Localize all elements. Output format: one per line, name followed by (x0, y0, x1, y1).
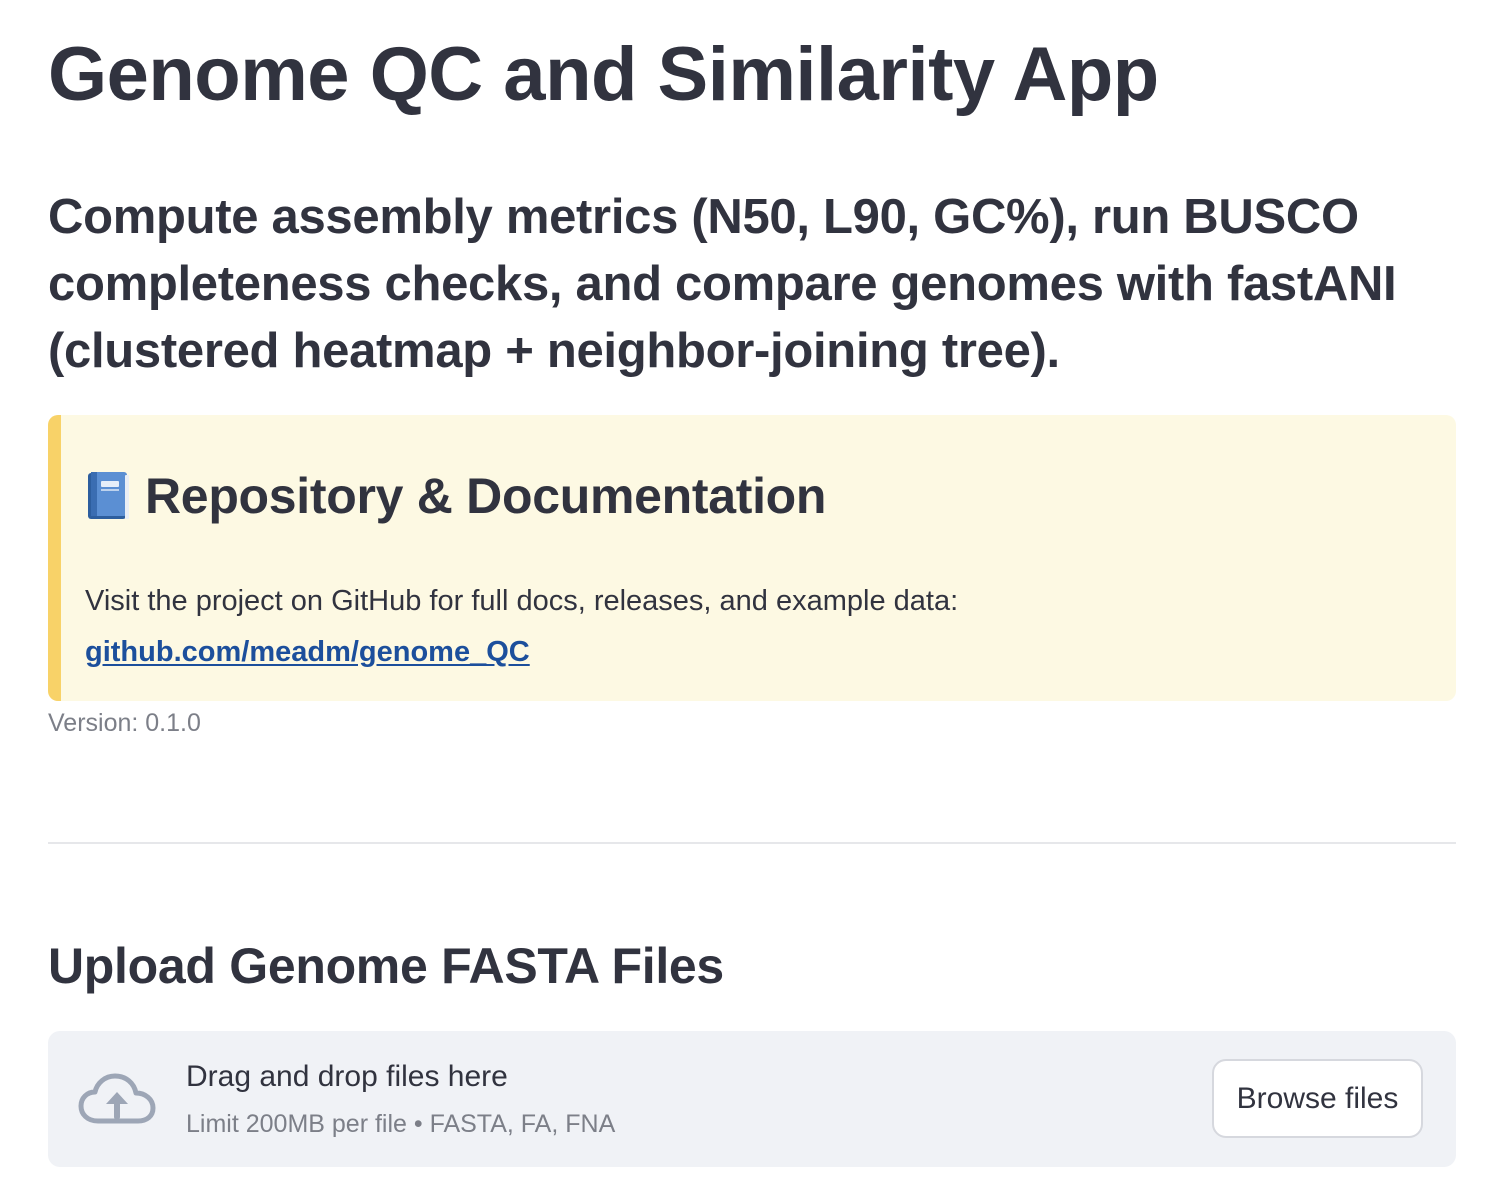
blue-book-icon (85, 469, 131, 523)
page-subtitle: Compute assembly metrics (N50, L90, GC%)… (48, 190, 1397, 378)
browse-files-button[interactable]: Browse files (1212, 1059, 1423, 1138)
dropzone-limit-text: Limit 200MB per file • FASTA, FA, FNA (186, 1110, 616, 1138)
callout-title: Repository & Documentation (145, 468, 827, 524)
cloud-upload-icon (78, 1071, 156, 1129)
upload-section-title: Upload Genome FASTA Files (48, 938, 724, 994)
page-title: Genome QC and Similarity App (48, 32, 1159, 117)
github-repo-link[interactable]: github.com/meadm/genome_QC (85, 636, 530, 668)
dropzone-label: Drag and drop files here (186, 1060, 508, 1093)
callout-description: Visit the project on GitHub for full doc… (85, 585, 959, 617)
section-divider (48, 842, 1456, 844)
callout-heading: Repository & Documentation (85, 464, 826, 528)
callout-accent-bar (48, 415, 61, 701)
callout-text: Visit the project on GitHub for full doc… (85, 576, 1315, 678)
file-dropzone[interactable]: Drag and drop files here Limit 200MB per… (48, 1031, 1456, 1167)
version-label: Version: 0.1.0 (48, 709, 201, 737)
